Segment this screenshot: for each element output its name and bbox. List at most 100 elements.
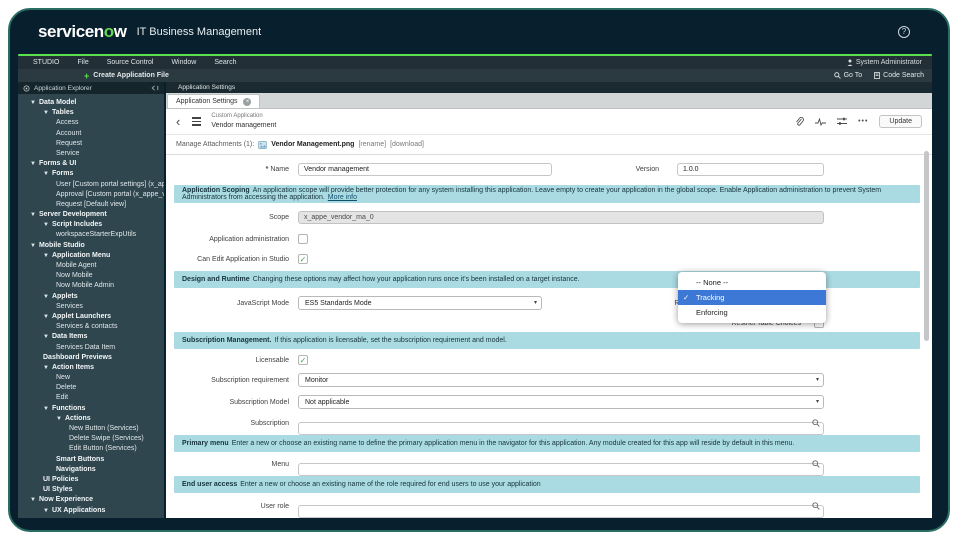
tree-item-service[interactable]: Service (18, 149, 164, 159)
code-search-button[interactable]: Code Search (874, 72, 924, 79)
tree-item-ui-styles[interactable]: UI Styles (18, 485, 164, 495)
dropdown-option-tracking[interactable]: ✓ Tracking (678, 290, 826, 305)
expand-arrow-icon[interactable]: ▼ (43, 253, 49, 259)
javascript-mode-select[interactable]: ES5 Standards Mode ▾ (298, 296, 542, 310)
tree-item-data-items[interactable]: ▼ Data Items (18, 332, 164, 342)
expand-arrow-icon[interactable]: ▼ (30, 100, 36, 106)
attachment-icon[interactable] (795, 116, 804, 127)
close-tab-icon[interactable]: × (243, 97, 252, 106)
dropdown-option-none[interactable]: -- None -- (678, 275, 826, 290)
tree-item-edit-button-services[interactable]: Edit Button (Services) (18, 444, 164, 454)
tree-item-actions[interactable]: ▼ Actions (18, 414, 164, 424)
tree-item-delete[interactable]: Delete (18, 383, 164, 393)
tree-item-smart-buttons[interactable]: Smart Buttons (18, 455, 164, 465)
help-icon[interactable]: ? (898, 26, 910, 38)
tree-item-applets[interactable]: ▼ Applets (18, 292, 164, 302)
tree-item-script-includes[interactable]: ▼ Script Includes (18, 220, 164, 230)
tree-item-now-experience[interactable]: ▼ Now Experience (18, 495, 164, 505)
tree-item-edit[interactable]: Edit (18, 393, 164, 403)
tree-item-dashboard-previews[interactable]: Dashboard Previews (18, 353, 164, 363)
tree-item-now-mobile[interactable]: Now Mobile (18, 271, 164, 281)
licensable-checkbox[interactable]: ✓ (298, 355, 308, 365)
menu-item-window[interactable]: Window (162, 59, 205, 66)
vertical-scrollbar[interactable] (924, 151, 929, 341)
user-menu[interactable]: System Administrator (847, 59, 926, 66)
more-info-link[interactable]: More info (328, 194, 357, 201)
subscription-input[interactable] (298, 421, 824, 435)
tree-item-workspacestarterexputils[interactable]: workspaceStarterExpUtils (18, 230, 164, 240)
tree-item-delete-swipe-services[interactable]: Delete Swipe (Services) (18, 434, 164, 444)
expand-arrow-icon[interactable]: ▼ (43, 110, 49, 116)
collapse-panel-icon[interactable] (151, 85, 159, 91)
subscription-model-select[interactable]: Not applicable ▾ (298, 395, 824, 409)
expand-arrow-icon[interactable]: ▼ (30, 161, 36, 167)
tree-item-data-model[interactable]: ▼ Data Model (18, 98, 164, 108)
tree-item-access[interactable]: Access (18, 118, 164, 128)
user-role-input[interactable] (298, 504, 824, 518)
dropdown-option-enforcing[interactable]: Enforcing (678, 305, 826, 320)
expand-arrow-icon[interactable]: ▼ (43, 294, 49, 300)
expand-arrow-icon[interactable]: ▼ (30, 497, 36, 503)
tree-item-application-menu[interactable]: ▼ Application Menu (18, 251, 164, 261)
tree-item-forms[interactable]: ▼ Forms (18, 169, 164, 179)
can-edit-checkbox[interactable]: ✓ (298, 254, 308, 264)
tree-item-services[interactable]: Services (18, 302, 164, 312)
tree-item-new[interactable]: New (18, 373, 164, 383)
tree-item-account[interactable]: Account (18, 129, 164, 139)
filter-sliders-icon[interactable] (837, 117, 848, 126)
search-icon[interactable] (812, 460, 820, 468)
search-icon[interactable] (812, 419, 820, 427)
tree-item-functions[interactable]: ▼ Functions (18, 404, 164, 414)
expand-arrow-icon[interactable]: ▼ (56, 416, 62, 422)
expand-arrow-icon[interactable]: ▼ (43, 406, 49, 412)
back-button[interactable]: ‹ (176, 115, 180, 128)
tree-item-ui-policies[interactable]: UI Policies (18, 475, 164, 485)
menu-item-file[interactable]: File (68, 59, 97, 66)
subscription-requirement-select[interactable]: Monitor ▾ (298, 373, 824, 387)
expand-arrow-icon[interactable]: ▼ (43, 171, 49, 177)
tree-item-navigations[interactable]: Navigations (18, 465, 164, 475)
tree-item-request-default-view[interactable]: Request [Default view] (18, 200, 164, 210)
tree-item-action-items[interactable]: ▼ Action Items (18, 363, 164, 373)
menu-input[interactable] (298, 462, 824, 476)
tree-item-now-mobile-admin[interactable]: Now Mobile Admin (18, 281, 164, 291)
tree-item-mobile-agent[interactable]: Mobile Agent (18, 261, 164, 271)
tree-item-request[interactable]: Request (18, 139, 164, 149)
application-administration-checkbox[interactable] (298, 234, 308, 244)
tree-item-forms-ui[interactable]: ▼ Forms & UI (18, 159, 164, 169)
create-application-file-button[interactable]: Create Application File (93, 72, 169, 79)
tree-item-new-button-services[interactable]: New Button (Services) (18, 424, 164, 434)
more-options-icon[interactable]: ••• (858, 118, 868, 125)
expand-arrow-icon[interactable]: ▼ (43, 222, 49, 228)
expand-arrow-icon[interactable]: ▼ (30, 243, 36, 249)
version-input[interactable] (677, 162, 824, 176)
tab-application-settings[interactable]: Application Settings × (167, 94, 261, 108)
tree-item-applet-launchers[interactable]: ▼ Applet Launchers (18, 312, 164, 322)
menu-item-studio[interactable]: STUDIO (24, 59, 68, 66)
search-icon[interactable] (812, 502, 820, 510)
expand-arrow-icon[interactable]: ▼ (43, 508, 49, 514)
manage-attachments-label[interactable]: Manage Attachments (1): (176, 141, 254, 148)
tree-item-server-development[interactable]: ▼ Server Development (18, 210, 164, 220)
rename-link[interactable]: [rename] (358, 141, 386, 148)
expand-arrow-icon[interactable]: ▼ (43, 365, 49, 371)
tree-item-ux-applications[interactable]: ▼ UX Applications (18, 506, 164, 516)
tree-item-tables[interactable]: ▼ Tables (18, 108, 164, 118)
menu-item-source-control[interactable]: Source Control (98, 59, 163, 66)
name-input[interactable] (298, 162, 552, 176)
download-link[interactable]: [download] (390, 141, 424, 148)
expand-arrow-icon[interactable]: ▼ (43, 334, 49, 340)
update-button[interactable]: Update (879, 115, 922, 128)
tree-item-user-custom-portal-settings-x-appe-ve[interactable]: User [Custom portal settings] (x_appe_ve (18, 180, 164, 190)
tree-item-services-data-item[interactable]: Services Data Item (18, 343, 164, 353)
expand-arrow-icon[interactable]: ▼ (43, 314, 49, 320)
expand-arrow-icon[interactable]: ▼ (30, 212, 36, 218)
tree-item-mobile-studio[interactable]: ▼ Mobile Studio (18, 241, 164, 251)
attachment-filename[interactable]: Vendor Management.png (271, 141, 354, 148)
activity-stream-icon[interactable] (815, 117, 827, 126)
tree-item-approval-custom-portal-x-appe-vendo[interactable]: Approval [Custom portal (x_appe_vendo (18, 190, 164, 200)
context-menu-icon[interactable] (192, 117, 202, 126)
go-to-button[interactable]: Go To (833, 72, 862, 79)
tree-item-services-contacts[interactable]: Services & contacts (18, 322, 164, 332)
menu-item-search[interactable]: Search (205, 59, 245, 66)
